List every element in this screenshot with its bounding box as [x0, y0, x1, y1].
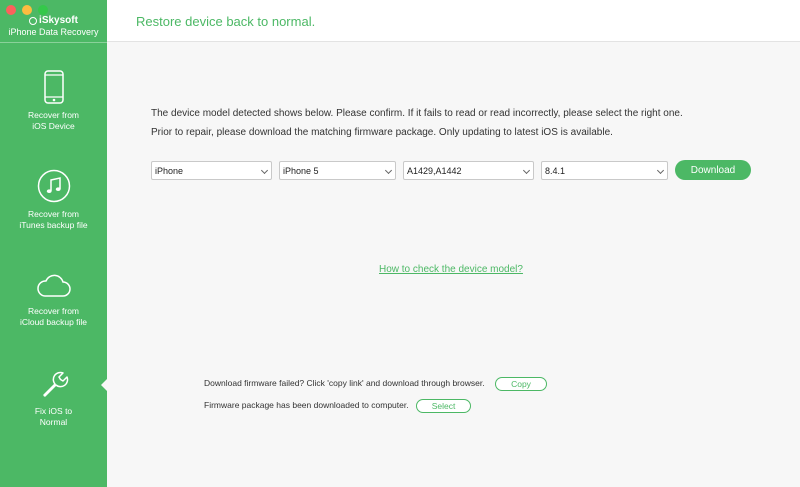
select-firmware-button[interactable]: Select — [416, 399, 471, 413]
phone-icon — [43, 70, 64, 104]
sidebar-item-label-line2: iCloud backup file — [19, 317, 88, 327]
brand-name: iSkysoft — [39, 15, 78, 26]
page-title: Restore device back to normal. — [136, 14, 316, 29]
model-number-select-value: A1429,A1442 — [407, 166, 462, 176]
sidebar: iSkysoft iPhone Data Recovery Recover fr… — [0, 0, 107, 487]
instruction-text-2: Prior to repair, please download the mat… — [151, 127, 613, 138]
minimize-window-button[interactable] — [22, 5, 32, 15]
sidebar-item-recover-itunes[interactable]: Recover from iTunes backup file — [0, 169, 107, 231]
brand-mark-icon — [29, 16, 38, 25]
model-number-select[interactable]: A1429,A1442 — [403, 161, 534, 180]
model-select-value: iPhone 5 — [283, 166, 319, 176]
ios-version-select[interactable]: 8.4.1 — [541, 161, 668, 180]
selected-item-pointer — [101, 378, 108, 392]
sidebar-item-label-line1: Recover from — [27, 306, 79, 316]
model-select[interactable]: iPhone 5 — [279, 161, 396, 180]
sidebar-item-label-line2: Normal — [39, 417, 68, 427]
sidebar-item-fix-ios[interactable]: Fix iOS to Normal — [0, 368, 107, 428]
chevron-down-icon — [522, 166, 531, 175]
brand-divider — [0, 42, 107, 43]
device-select[interactable]: iPhone — [151, 161, 272, 180]
product-name: iPhone Data Recovery — [8, 27, 99, 37]
check-device-model-link[interactable]: How to check the device model? — [379, 264, 523, 275]
close-window-button[interactable] — [6, 5, 16, 15]
sidebar-item-label-line1: Fix iOS to — [34, 406, 73, 416]
sidebar-item-recover-ios-device[interactable]: Recover from iOS Device — [0, 70, 107, 132]
brand-logo: iSkysoft iPhone Data Recovery — [0, 15, 107, 37]
wrench-icon — [42, 371, 68, 397]
sidebar-item-label-line2: iTunes backup file — [19, 220, 88, 230]
sidebar-item-label-line1: Recover from — [27, 110, 79, 120]
window-controls — [6, 5, 48, 15]
zoom-window-button[interactable] — [38, 5, 48, 15]
downloaded-text: Firmware package has been downloaded to … — [204, 400, 409, 410]
chevron-down-icon — [384, 166, 393, 175]
instruction-text-1: The device model detected shows below. P… — [151, 108, 683, 119]
chevron-down-icon — [260, 166, 269, 175]
chevron-down-icon — [656, 166, 665, 175]
cloud-icon — [36, 274, 71, 297]
download-failed-text: Download firmware failed? Click 'copy li… — [204, 378, 485, 388]
copy-link-button[interactable]: Copy — [495, 377, 547, 391]
device-select-value: iPhone — [155, 166, 184, 176]
download-button[interactable]: Download — [675, 160, 751, 180]
header-bar: Restore device back to normal. — [107, 0, 800, 42]
sidebar-item-label-line1: Recover from — [27, 209, 79, 219]
sidebar-item-label-line2: iOS Device — [32, 121, 75, 131]
sidebar-item-recover-icloud[interactable]: Recover from iCloud backup file — [0, 272, 107, 328]
music-note-icon — [37, 169, 70, 203]
ios-version-select-value: 8.4.1 — [545, 166, 566, 176]
